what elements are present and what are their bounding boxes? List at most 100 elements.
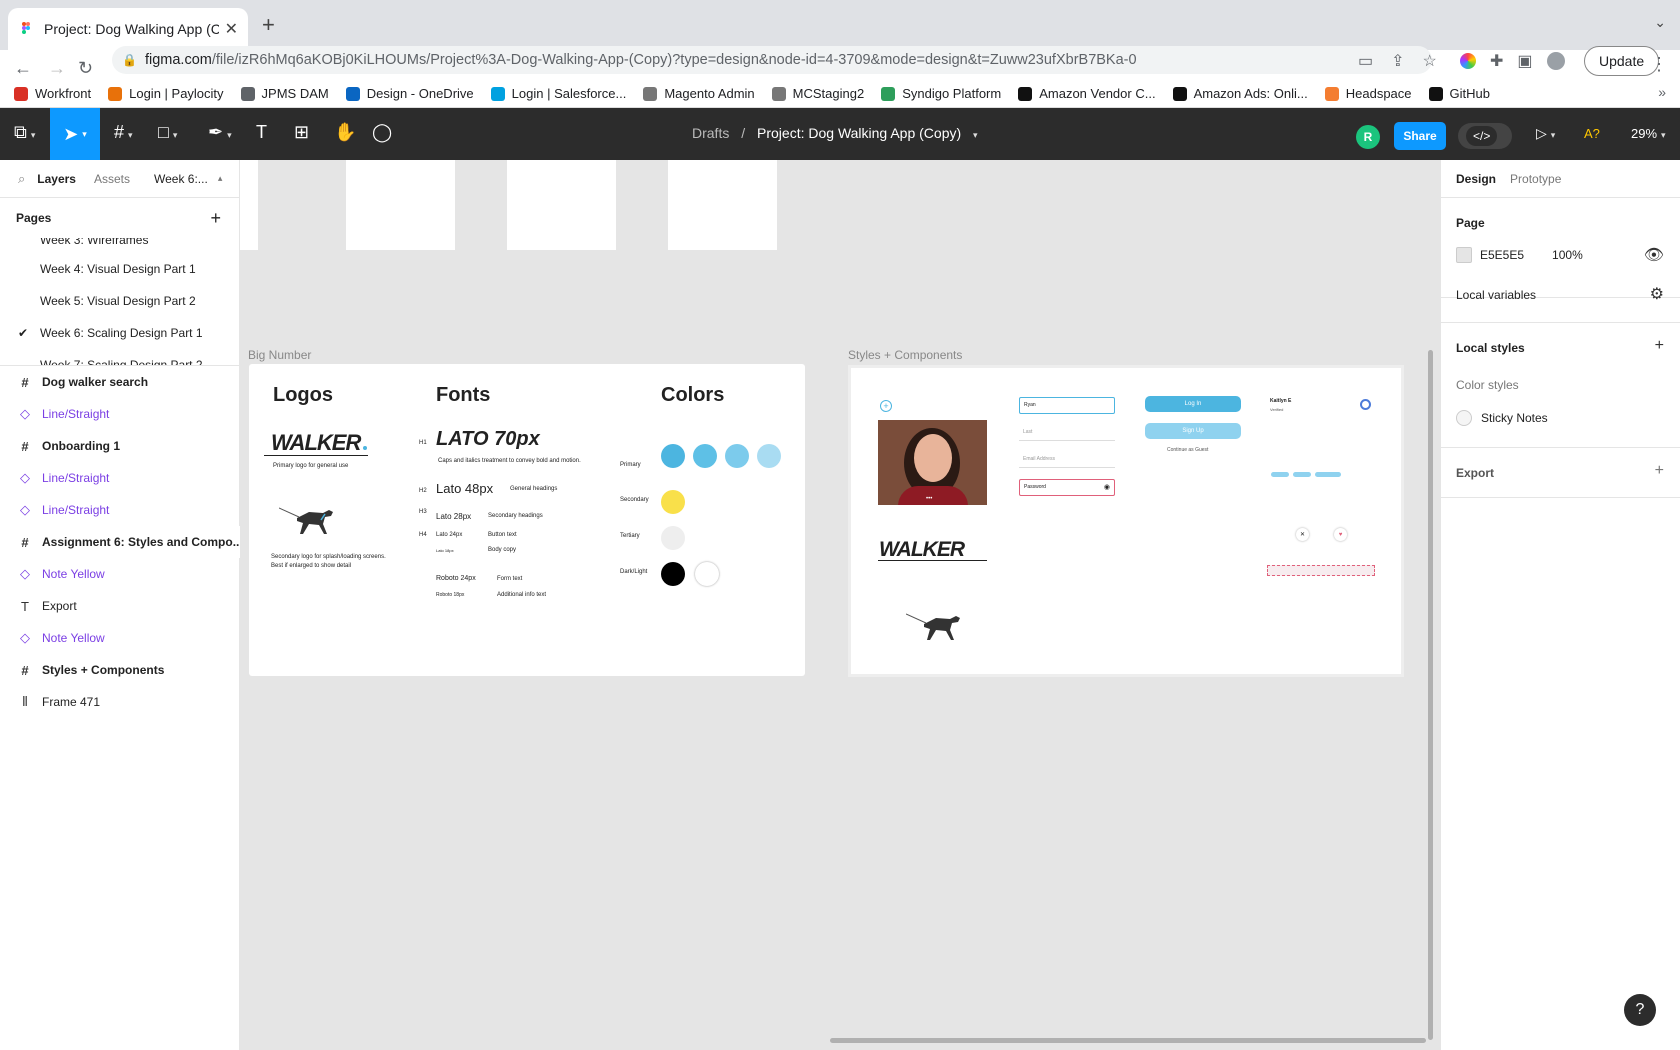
local-variables-label[interactable]: Local variables (1456, 288, 1536, 302)
layer-row[interactable]: ◇ Line/Straight (0, 398, 239, 430)
new-tab-icon[interactable]: + (262, 12, 275, 38)
side-panel-icon[interactable]: ▣ (1517, 51, 1532, 71)
page-selector[interactable]: Week 6:... (154, 172, 208, 186)
puzzle-extensions-icon[interactable]: ✚ (1490, 51, 1503, 71)
chevron-up-icon[interactable]: ▴ (218, 173, 223, 184)
frame-tool-icon[interactable]: # ▾ (114, 122, 133, 143)
browser-menu-icon[interactable]: ⋮ (1650, 54, 1668, 75)
comment-tool-icon[interactable]: ◯ (372, 122, 392, 143)
layer-row[interactable]: ◇ Line/Straight (0, 462, 239, 494)
big-number-frame[interactable]: Logos Fonts Colors WALKER Primary logo f… (249, 364, 805, 676)
primary-swatch[interactable] (725, 444, 749, 468)
primary-swatch[interactable] (757, 444, 781, 468)
layer-row[interactable]: # Assignment 6: Styles and Compo... (0, 526, 243, 558)
move-tool-icon[interactable]: ➤ ▾ (50, 108, 100, 160)
resources-tool-icon[interactable]: ⊞ (294, 122, 309, 143)
bookmark-item[interactable]: Workfront (14, 86, 91, 101)
bookmark-item[interactable]: Amazon Vendor C... (1018, 86, 1156, 101)
last-name-input[interactable]: Last (1019, 425, 1115, 441)
bookmark-item[interactable]: MCStaging2 (771, 86, 864, 101)
bookmark-item[interactable]: GitHub (1428, 86, 1490, 101)
big-number-frame-label[interactable]: Big Number (248, 348, 311, 362)
frame-thumbnail[interactable] (240, 160, 258, 250)
layer-row[interactable]: T Export (0, 590, 239, 622)
page-color-swatch[interactable] (1456, 247, 1472, 263)
bookmark-item[interactable]: Login | Paylocity (108, 86, 224, 101)
bookmark-item[interactable]: Amazon Ads: Onli... (1172, 86, 1308, 101)
password-input[interactable]: Password ◉ (1019, 479, 1115, 496)
eye-visibility-icon[interactable]: 👁 (1644, 245, 1664, 265)
pen-tool-icon[interactable]: ✒ ▾ (208, 122, 232, 143)
color-picker-extension-icon[interactable] (1460, 53, 1476, 69)
page-color-hex[interactable]: E5E5E5 (1480, 248, 1524, 262)
color-style-item[interactable]: Sticky Notes (1456, 410, 1548, 426)
dark-swatch[interactable] (661, 562, 685, 586)
page-item[interactable]: Week 4: Visual Design Part 1 (40, 262, 196, 276)
layer-row[interactable]: ◇ Line/Straight (0, 494, 239, 526)
frame-thumbnail[interactable] (668, 160, 777, 250)
styles-components-frame[interactable]: + ••• WALKER Ryan Last Email Address Pas… (848, 365, 1404, 677)
close-tab-icon[interactable]: ✕ (225, 19, 238, 39)
page-item[interactable]: Week 5: Visual Design Part 2 (40, 294, 196, 308)
tab-prototype[interactable]: Prototype (1510, 172, 1561, 186)
dev-mode-toggle[interactable]: </> (1458, 123, 1512, 149)
hand-tool-icon[interactable]: ✋ (334, 122, 356, 143)
figma-menu-icon[interactable]: ⧉ ▾ (14, 122, 35, 143)
address-bar[interactable]: 🔒 figma.com/file/izR6hMq6aKOBj0KiLHOUMs/… (112, 46, 1432, 74)
page-item[interactable]: Week 7: Scaling Design Part 2 (40, 358, 203, 365)
help-icon[interactable]: ? (1624, 994, 1656, 1026)
share-button[interactable]: Share (1394, 122, 1446, 150)
signup-button[interactable]: Sign Up (1145, 423, 1241, 439)
layer-row[interactable]: # Styles + Components (0, 654, 165, 686)
page-color-row[interactable]: E5E5E5 100% (1456, 247, 1583, 263)
cast-icon[interactable]: ▭ (1358, 51, 1373, 71)
ai-assistant-label[interactable]: A? (1584, 126, 1600, 141)
continue-guest-link[interactable]: Continue as Guest (1167, 447, 1208, 453)
bookmark-item[interactable]: JPMS DAM (240, 86, 329, 101)
tab-design[interactable]: Design (1456, 172, 1496, 186)
layer-row[interactable]: # Dog walker search (0, 366, 149, 398)
secondary-swatch[interactable] (661, 490, 685, 514)
light-swatch[interactable] (695, 562, 719, 586)
vertical-scrollbar[interactable] (1428, 350, 1433, 1040)
variables-settings-icon[interactable]: ⚙ (1650, 284, 1664, 304)
layer-row[interactable]: # Onboarding 1 (0, 430, 120, 462)
bookmark-item[interactable]: Syndigo Platform (881, 86, 1001, 101)
frame-thumbnail[interactable] (346, 160, 455, 250)
bookmark-item[interactable]: Login | Salesforce... (490, 86, 626, 101)
bookmark-item[interactable]: Headspace (1324, 86, 1412, 101)
bookmark-item[interactable]: Design - OneDrive (345, 86, 474, 101)
back-icon[interactable]: ← (14, 58, 32, 79)
browser-tab[interactable]: Project: Dog Walking App (Cop ✕ (8, 8, 248, 50)
bookmark-star-icon[interactable]: ☆ (1423, 51, 1437, 71)
text-tool-icon[interactable]: T (256, 122, 267, 143)
frame-thumbnail[interactable] (507, 160, 616, 250)
first-name-input[interactable]: Ryan (1019, 397, 1115, 414)
add-export-icon[interactable]: + (1655, 462, 1664, 480)
zoom-level[interactable]: 29% ▾ (1631, 126, 1666, 141)
email-input[interactable]: Email Address (1019, 452, 1115, 468)
present-play-icon[interactable]: ▷ ▾ (1536, 125, 1555, 142)
bookmark-item[interactable]: Magento Admin (643, 86, 755, 101)
page-opacity[interactable]: 100% (1552, 248, 1583, 262)
page-item[interactable]: Week 3: Wireframes (40, 238, 148, 247)
shape-tool-icon[interactable]: □ ▾ (158, 122, 177, 143)
page-item-active[interactable]: ✔ Week 6: Scaling Design Part 1 (18, 326, 203, 340)
tab-assets[interactable]: Assets (94, 172, 130, 186)
project-name[interactable]: Project: Dog Walking App (Copy) (757, 125, 961, 141)
reload-icon[interactable]: ↻ (78, 58, 93, 79)
layer-row[interactable]: ◇ Note Yellow (0, 622, 239, 654)
login-button[interactable]: Log In (1145, 396, 1241, 412)
tertiary-swatch[interactable] (661, 526, 685, 550)
styles-frame-label[interactable]: Styles + Components (848, 348, 962, 362)
primary-swatch[interactable] (661, 444, 685, 468)
layer-row[interactable]: ⦀ Frame 471 (0, 686, 239, 718)
add-page-icon[interactable]: + (210, 208, 221, 229)
primary-swatch[interactable] (693, 444, 717, 468)
tab-search-chevron-icon[interactable]: ⌄ (1654, 14, 1666, 31)
share-page-icon[interactable]: ⇪ (1391, 51, 1404, 71)
more-bookmarks-icon[interactable]: » (1658, 84, 1666, 100)
horizontal-scrollbar[interactable] (830, 1038, 1426, 1043)
layer-row[interactable]: ◇ Note Yellow (0, 558, 239, 590)
search-icon[interactable]: ⌕ (18, 171, 25, 187)
